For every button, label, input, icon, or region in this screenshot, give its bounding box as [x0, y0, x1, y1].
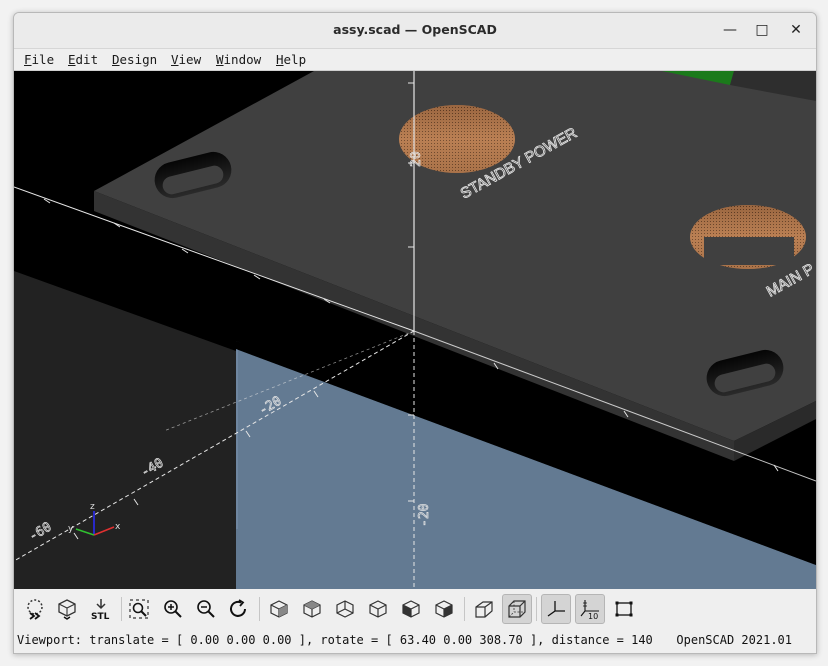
window-title: assy.scad — OpenSCAD [333, 22, 497, 37]
title-bar[interactable]: assy.scad — OpenSCAD — □ ✕ [14, 13, 816, 49]
view-bottom-button[interactable] [332, 596, 358, 622]
svg-text:y: y [68, 524, 74, 534]
svg-text:z: z [90, 502, 95, 512]
orthogonal-button[interactable] [502, 594, 532, 624]
render-button[interactable] [54, 596, 80, 622]
show-scale-markers-icon: 10 [580, 600, 599, 620]
view-back-icon [435, 600, 453, 618]
menu-design[interactable]: Design [112, 52, 157, 67]
menu-file[interactable]: File [24, 52, 54, 67]
view-top-icon [303, 600, 321, 618]
preview-button[interactable] [22, 596, 48, 622]
show-edges-button[interactable] [611, 596, 637, 622]
perspective-icon [475, 601, 493, 618]
toolbar-separator [464, 597, 465, 621]
view-front-icon [402, 600, 420, 618]
menu-help[interactable]: Help [276, 52, 306, 67]
version-label: OpenSCAD 2021.01 [676, 633, 792, 647]
axis-label-z20: 20 [409, 151, 424, 167]
view-front-button[interactable] [398, 596, 424, 622]
view-all-icon [129, 599, 149, 619]
render-button-icon [58, 599, 76, 620]
close-button[interactable]: ✕ [784, 19, 808, 41]
view-toolbar: STL 10 [14, 591, 816, 629]
menu-view[interactable]: View [171, 52, 201, 67]
status-bar: Viewport: translate = [ 0.00 0.00 0.00 ]… [14, 630, 816, 652]
axis-label-z-20: -20 [417, 504, 432, 527]
3d-viewport[interactable]: STANDBY POWER MAIN P 20 -20 -40 -60 -20 … [14, 71, 816, 589]
show-scale-markers-button[interactable]: 10 [575, 594, 605, 624]
view-left-button[interactable] [365, 596, 391, 622]
maximize-button[interactable]: □ [750, 19, 774, 41]
toolbar-separator [536, 597, 537, 621]
menu-bar: File Edit Design View Window Help [14, 49, 816, 71]
svg-text:x: x [115, 522, 121, 532]
menu-window[interactable]: Window [216, 52, 261, 67]
show-axes-icon [547, 601, 565, 617]
view-bottom-icon [336, 600, 354, 618]
view-top-button[interactable] [299, 596, 325, 622]
svg-text:10: 10 [588, 612, 598, 620]
export-stl-button-icon: STL [91, 599, 110, 621]
toolbar-separator [259, 597, 260, 621]
app-window: assy.scad — OpenSCAD — □ ✕ File Edit Des… [13, 12, 817, 654]
view-back-button[interactable] [431, 596, 457, 622]
zoom-in-icon [164, 600, 182, 618]
view-all-button[interactable] [126, 596, 152, 622]
toolbar-separator [121, 597, 122, 621]
blue-box-side [236, 349, 238, 529]
menu-edit[interactable]: Edit [68, 52, 98, 67]
svg-text:STL: STL [91, 612, 110, 621]
orthogonal-icon [508, 600, 526, 618]
scene-canvas: STANDBY POWER MAIN P 20 -20 -40 -60 -20 … [14, 71, 816, 589]
preview-button-icon [27, 599, 43, 620]
viewport-status-text: Viewport: translate = [ 0.00 0.00 0.00 ]… [17, 633, 653, 647]
zoom-out-button[interactable] [193, 596, 219, 622]
reset-view-icon [230, 599, 246, 617]
perspective-button[interactable] [471, 596, 497, 622]
minimize-button[interactable]: — [718, 19, 742, 41]
zoom-out-icon [197, 600, 215, 618]
view-right-button[interactable] [266, 596, 292, 622]
export-stl-button[interactable]: STL [88, 596, 114, 622]
reset-view-button[interactable] [226, 596, 252, 622]
view-left-icon [369, 600, 387, 618]
view-right-icon [270, 600, 288, 618]
show-axes-button[interactable] [541, 594, 571, 624]
zoom-in-button[interactable] [160, 596, 186, 622]
show-edges-icon [615, 601, 633, 617]
